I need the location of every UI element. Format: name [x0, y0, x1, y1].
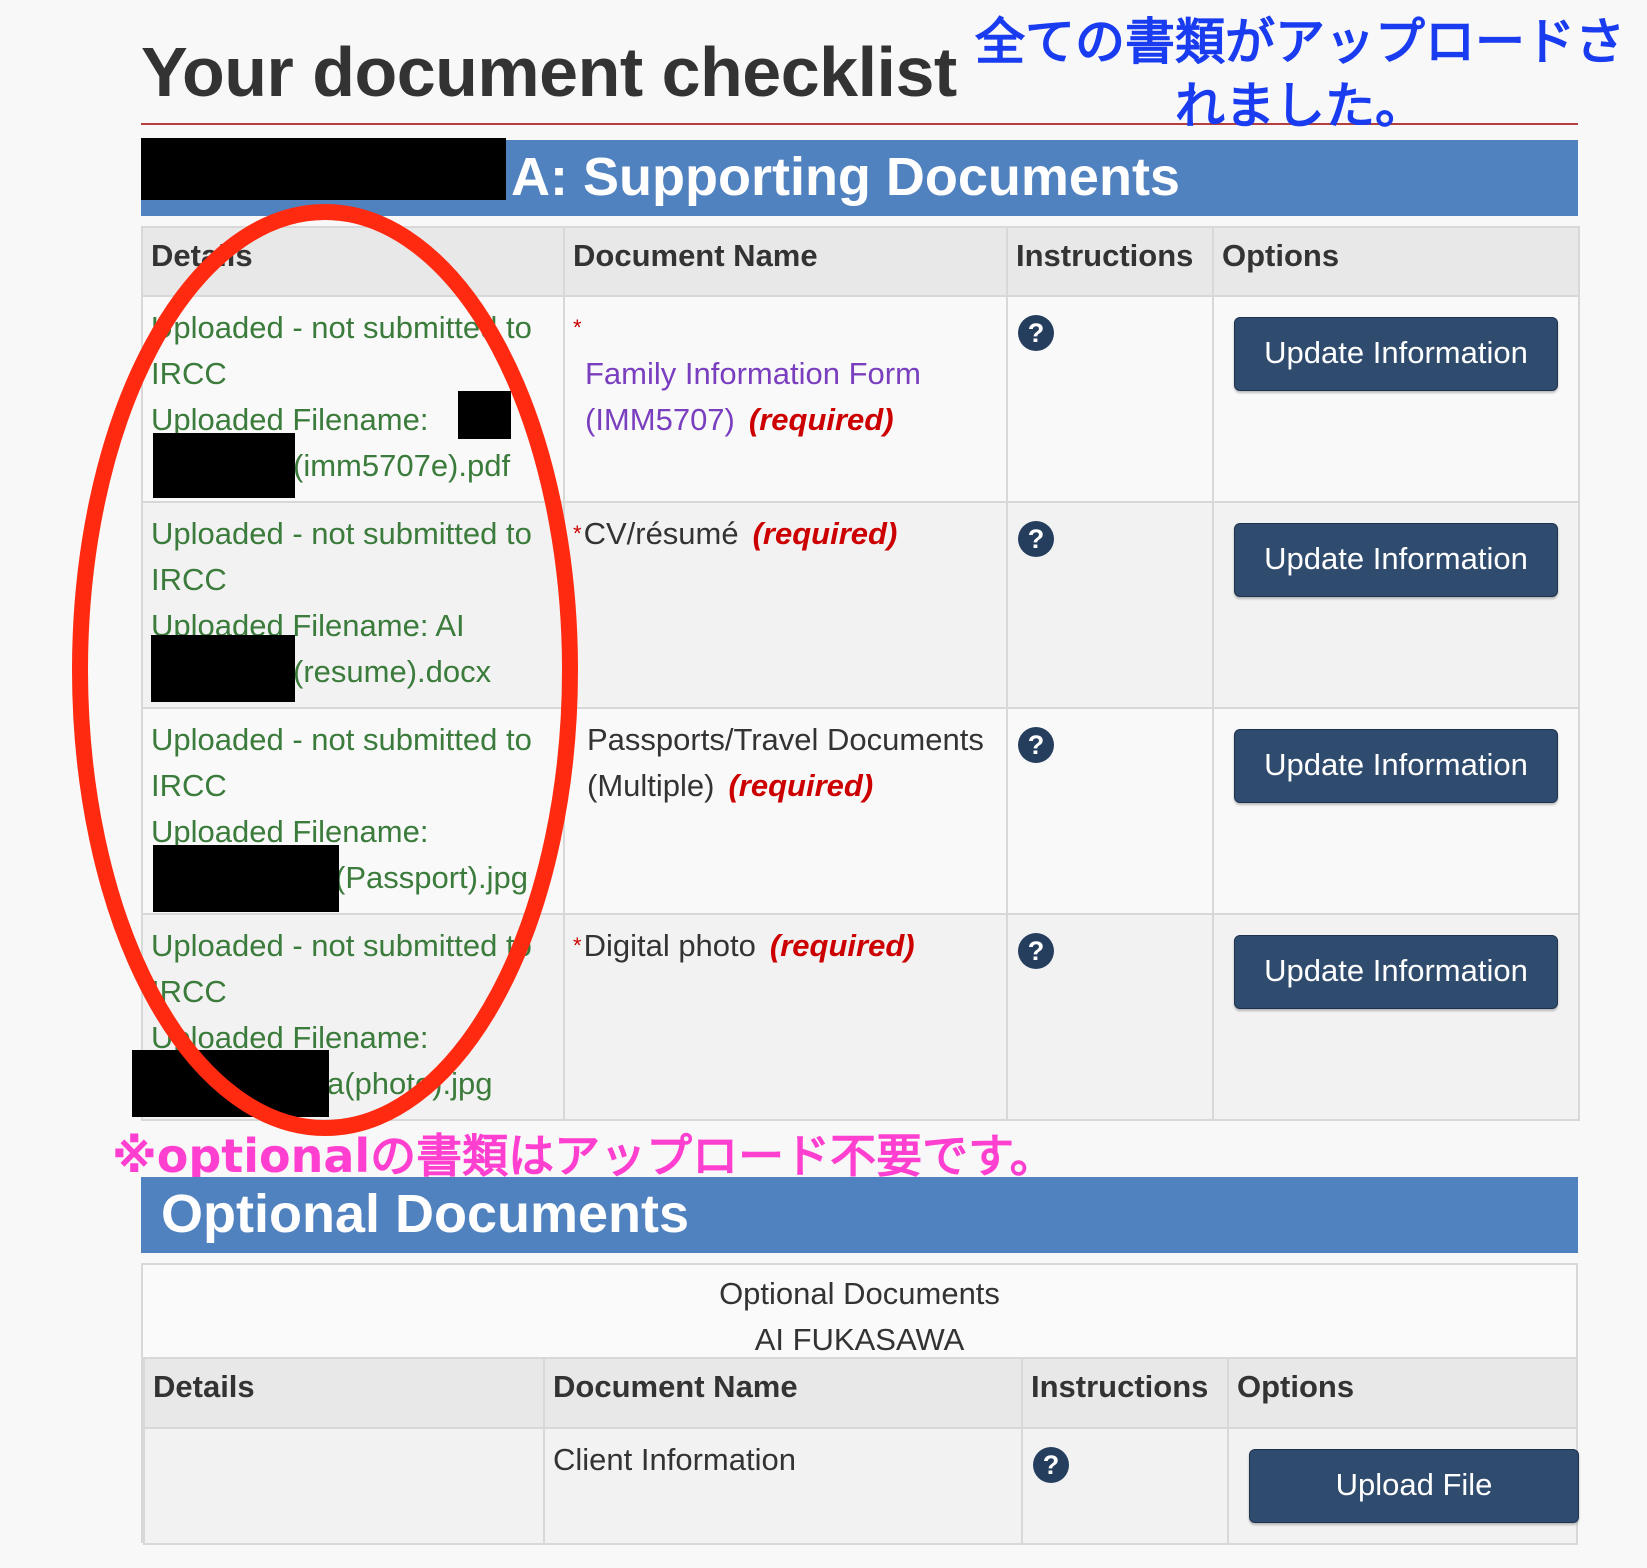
- update-information-button[interactable]: Update Information: [1234, 523, 1558, 597]
- column-header-options: Options: [1227, 1357, 1578, 1429]
- supporting-documents-header-text: A: Supporting Documents: [511, 147, 1180, 207]
- upload-status: Uploaded - not submitted to IRCC: [151, 722, 532, 803]
- details-cell: [143, 1427, 545, 1545]
- optional-documents-header: Optional Documents: [141, 1177, 1578, 1253]
- required-asterisk: *: [573, 933, 582, 958]
- required-asterisk: *: [573, 315, 582, 340]
- upload-status: Uploaded - not submitted to IRCC: [151, 310, 532, 391]
- required-label: (required): [769, 928, 915, 963]
- update-information-button[interactable]: Update Information: [1234, 935, 1558, 1009]
- redaction-block: [132, 1050, 329, 1117]
- options-cell: Update Information: [1212, 913, 1580, 1121]
- update-information-button[interactable]: Update Information: [1234, 729, 1558, 803]
- document-name-cell: Client Information: [543, 1427, 1023, 1545]
- document-name-cell: Passports/Travel Documents (Multiple) (re…: [563, 707, 1008, 915]
- options-cell: Upload File: [1227, 1427, 1579, 1545]
- column-header-details: Details: [141, 226, 565, 297]
- document-name-cell: * Family Information Form (IMM5707) (requ…: [563, 295, 1008, 503]
- required-label: (required): [752, 516, 898, 551]
- redaction-block: [153, 845, 339, 912]
- supporting-documents-table: Details Document Name Instructions Optio…: [141, 226, 1580, 1121]
- uploaded-filename-label: Uploaded Filename:: [151, 402, 429, 437]
- options-cell: Update Information: [1212, 707, 1580, 915]
- uploaded-filename-label: Uploaded Filename:: [151, 814, 429, 849]
- page-title: Your document checklist: [141, 33, 957, 111]
- document-name: Client Information: [553, 1442, 796, 1477]
- document-name-cell: *CV/résumé (required): [563, 501, 1008, 709]
- help-icon[interactable]: ?: [1018, 933, 1054, 969]
- instructions-cell: ?: [1006, 501, 1214, 709]
- table-header-row: Details Document Name Instructions Optio…: [141, 226, 1580, 297]
- options-cell: Update Information: [1212, 501, 1580, 709]
- table-row: Uploaded - not submitted to IRCC Uploade…: [141, 501, 1580, 709]
- redaction-block: [141, 138, 506, 200]
- options-cell: Update Information: [1212, 295, 1580, 503]
- annotation-all-uploaded: 全ての書類がアップロードされました。: [975, 13, 1625, 135]
- required-asterisk: *: [573, 521, 582, 546]
- instructions-cell: ?: [1006, 707, 1214, 915]
- column-header-instructions: Instructions: [1006, 226, 1214, 297]
- update-information-button[interactable]: Update Information: [1234, 317, 1558, 391]
- required-label: (required): [728, 768, 874, 803]
- upload-status: Uploaded - not submitted to IRCC: [151, 516, 532, 597]
- column-header-details: Details: [143, 1357, 545, 1429]
- redaction-block: [458, 391, 511, 439]
- optional-caption-title: Optional Documents: [719, 1276, 1000, 1311]
- table-row: Uploaded - not submitted to IRCC Uploade…: [141, 913, 1580, 1121]
- optional-documents-table: Details Document Name Instructions Optio…: [143, 1357, 1579, 1545]
- instructions-cell: ?: [1021, 1427, 1229, 1545]
- upload-status: Uploaded - not submitted to IRCC: [151, 928, 532, 1009]
- redaction-block: [151, 635, 295, 702]
- redaction-block: [153, 433, 295, 498]
- document-name: CV/résumé: [583, 516, 739, 551]
- help-icon[interactable]: ?: [1018, 727, 1054, 763]
- instructions-cell: ?: [1006, 913, 1214, 1121]
- column-header-instructions: Instructions: [1021, 1357, 1229, 1429]
- table-row: Uploaded - not submitted to IRCC Uploade…: [141, 295, 1580, 503]
- column-header-options: Options: [1212, 226, 1580, 297]
- annotation-optional-note: ※optionalの書類はアップロード不要です。: [112, 1129, 1056, 1183]
- column-header-document-name: Document Name: [543, 1357, 1023, 1429]
- help-icon[interactable]: ?: [1018, 315, 1054, 351]
- table-row: Client Information ? Upload File: [143, 1427, 1579, 1545]
- optional-documents-header-text: Optional Documents: [161, 1184, 690, 1244]
- column-header-document-name: Document Name: [563, 226, 1008, 297]
- optional-documents-caption: Optional Documents AI FUKASAWA: [143, 1271, 1576, 1363]
- upload-file-button[interactable]: Upload File: [1249, 1449, 1579, 1523]
- help-icon[interactable]: ?: [1033, 1447, 1069, 1483]
- table-row: Uploaded - not submitted to IRCC Uploade…: [141, 707, 1580, 915]
- document-name: Digital photo: [583, 928, 756, 963]
- required-label: (required): [748, 402, 894, 437]
- table-header-row: Details Document Name Instructions Optio…: [143, 1357, 1578, 1429]
- instructions-cell: ?: [1006, 295, 1214, 503]
- help-icon[interactable]: ?: [1018, 521, 1054, 557]
- document-name-cell: *Digital photo (required): [563, 913, 1008, 1121]
